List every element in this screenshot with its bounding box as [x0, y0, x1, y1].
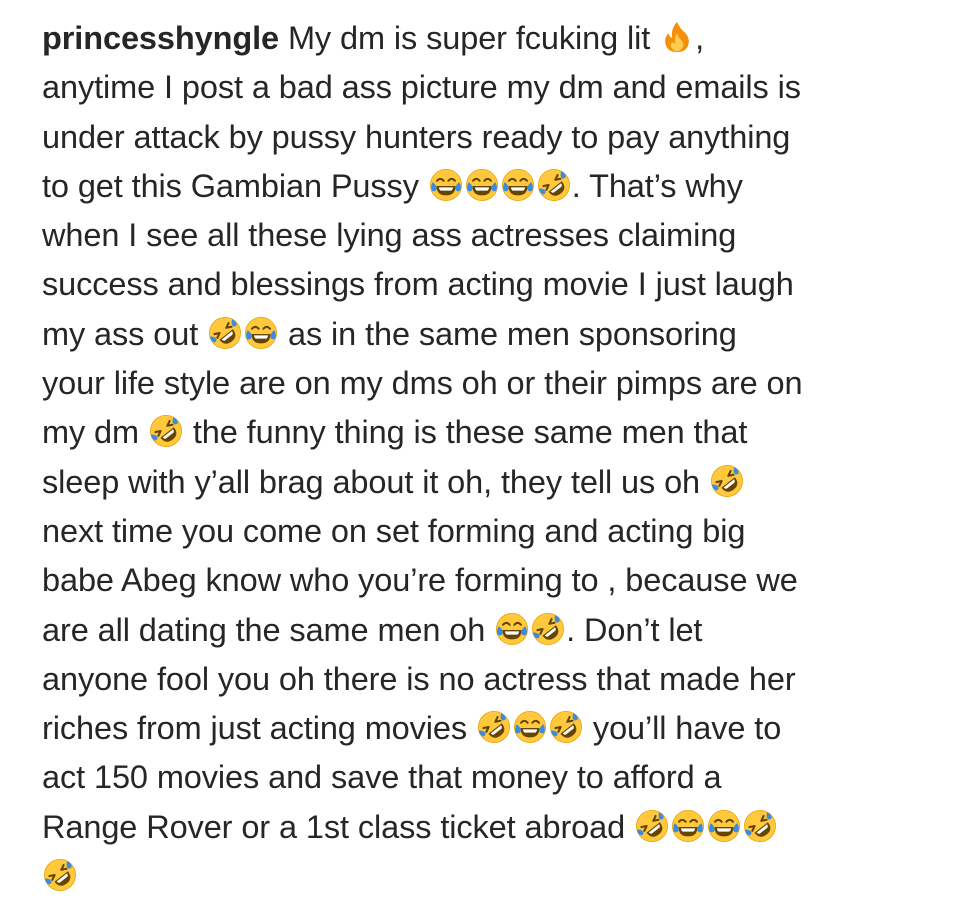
caption-text: are all dating the same men oh: [42, 611, 495, 648]
caption-text: Range Rover or a 1st class ticket abroad: [42, 808, 635, 845]
caption-line: sleep with y’all brag about it oh, they …: [42, 458, 942, 507]
caption-text: as in the same men sponsoring: [279, 315, 737, 352]
rolling-laughing-icon: [710, 464, 744, 498]
tears-of-joy-icon: [495, 612, 529, 646]
rolling-laughing-icon: [743, 809, 777, 843]
caption-text: the funny thing is these same men that: [183, 414, 748, 451]
caption-line: under attack by pussy hunters ready to p…: [42, 113, 942, 162]
caption-text: . That’s why: [571, 167, 743, 204]
caption-text: act 150 movies and save that money to af…: [42, 759, 722, 796]
caption-line: anyone fool you oh there is no actress t…: [42, 655, 942, 704]
username-link[interactable]: princesshyngle: [42, 20, 279, 56]
caption-text: sleep with y’all brag about it oh, they …: [42, 463, 709, 500]
caption-line: riches from just acting movies you’ll ha…: [42, 704, 942, 753]
caption-text: when I see all these lying ass actresses…: [42, 217, 737, 254]
caption-text: to get this Gambian Pussy: [42, 167, 428, 204]
tears-of-joy-icon: [244, 316, 278, 350]
rolling-laughing-icon: [537, 168, 571, 202]
caption-text: ,: [695, 20, 705, 56]
caption-line: act 150 movies and save that money to af…: [42, 753, 942, 802]
rolling-laughing-icon: [477, 710, 511, 744]
caption-line: anytime I post a bad ass picture my dm a…: [42, 63, 942, 112]
caption-text: under attack by pussy hunters ready to p…: [42, 118, 791, 155]
caption-line: my dm the funny thing is these same men …: [42, 408, 942, 457]
caption-line: next time you come on set forming and ac…: [42, 507, 942, 556]
tears-of-joy-icon: [465, 168, 499, 202]
caption-line: princesshyngle My dm is super fcuking li…: [42, 14, 942, 63]
tears-of-joy-icon: [501, 168, 535, 202]
caption-text: you’ll have to: [583, 710, 782, 747]
fire-icon: [660, 20, 694, 54]
caption-text: babe Abeg know who you’re forming to , b…: [42, 562, 798, 599]
rolling-laughing-icon: [549, 710, 583, 744]
caption-line: [42, 852, 942, 901]
caption-text: . Don’t let: [566, 611, 703, 648]
tears-of-joy-icon: [671, 809, 705, 843]
rolling-laughing-icon: [635, 809, 669, 843]
caption-text: next time you come on set forming and ac…: [42, 512, 746, 549]
caption-line: Range Rover or a 1st class ticket abroad: [42, 803, 942, 852]
caption-text: your life style are on my dms oh or thei…: [42, 365, 803, 402]
post-caption: princesshyngle My dm is super fcuking li…: [42, 14, 942, 901]
caption-line: my ass out as in the same men sponsoring: [42, 310, 942, 359]
rolling-laughing-icon: [208, 316, 242, 350]
tears-of-joy-icon: [707, 809, 741, 843]
rolling-laughing-icon: [531, 612, 565, 646]
caption-text: anyone fool you oh there is no actress t…: [42, 660, 796, 697]
caption-text: anytime I post a bad ass picture my dm a…: [42, 69, 801, 106]
caption-line: to get this Gambian Pussy . That’s why: [42, 162, 942, 211]
tears-of-joy-icon: [429, 168, 463, 202]
caption-line: success and blessings from acting movie …: [42, 260, 942, 309]
caption-text: success and blessings from acting movie …: [42, 266, 794, 303]
caption-line: babe Abeg know who you’re forming to , b…: [42, 556, 942, 605]
caption-text: my ass out: [42, 315, 208, 352]
caption-text: my dm: [42, 414, 148, 451]
caption-line: are all dating the same men oh . Don’t l…: [42, 606, 942, 655]
caption-text: riches from just acting movies: [42, 710, 476, 747]
rolling-laughing-icon: [43, 858, 77, 892]
tears-of-joy-icon: [513, 710, 547, 744]
caption-line: when I see all these lying ass actresses…: [42, 211, 942, 260]
caption-text: My dm is super fcuking lit: [279, 20, 660, 56]
rolling-laughing-icon: [149, 414, 183, 448]
caption-line: your life style are on my dms oh or thei…: [42, 359, 942, 408]
